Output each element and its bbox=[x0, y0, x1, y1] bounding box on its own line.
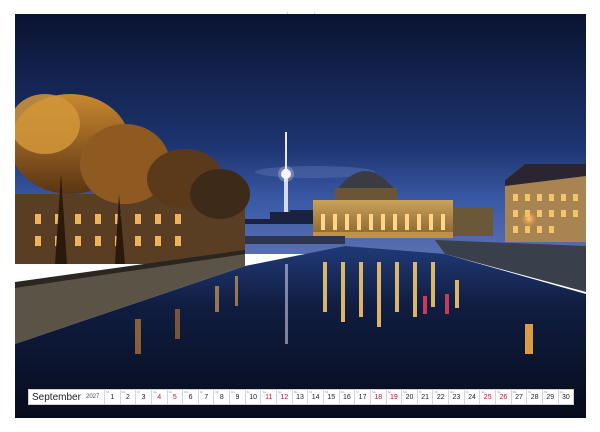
day-number: 13 bbox=[296, 394, 304, 401]
day-number: 6 bbox=[188, 394, 193, 401]
day-cell: Mo 13 bbox=[291, 390, 308, 404]
weekday-label: Do bbox=[559, 390, 564, 394]
day-number: 21 bbox=[421, 394, 430, 401]
day-number: 29 bbox=[546, 394, 555, 401]
weekday-label: Do bbox=[121, 390, 126, 394]
day-cell: Mo 6 bbox=[182, 390, 198, 404]
weekday-label: So bbox=[387, 390, 392, 394]
day-number: 16 bbox=[343, 394, 351, 401]
day-number: 7 bbox=[204, 394, 209, 401]
day-cell: So 12 bbox=[276, 390, 292, 404]
day-number: 10 bbox=[249, 394, 257, 401]
weekday-label: Sa bbox=[371, 390, 376, 394]
weekday-label: Di bbox=[418, 390, 422, 394]
day-number: 30 bbox=[562, 394, 570, 401]
year-label: 2027 bbox=[86, 394, 100, 400]
day-number: 2 bbox=[126, 394, 130, 401]
weekday-label: Di bbox=[309, 390, 313, 394]
weekday-label: So bbox=[278, 390, 282, 394]
day-cell: Di 21 bbox=[416, 390, 433, 404]
day-number: 18 bbox=[374, 394, 383, 401]
berlin-night-photo bbox=[15, 14, 586, 418]
weekday-label: Sa bbox=[262, 390, 267, 394]
day-number: 9 bbox=[235, 394, 240, 401]
weekday-label: So bbox=[497, 390, 501, 394]
right-building bbox=[505, 164, 586, 242]
day-number: 11 bbox=[265, 394, 273, 401]
day-number: 17 bbox=[358, 394, 367, 401]
day-number: 8 bbox=[219, 394, 224, 401]
day-cell: Do 23 bbox=[448, 390, 464, 404]
day-cell: Mo 20 bbox=[401, 390, 417, 404]
day-cell: Mi 1 bbox=[104, 390, 120, 404]
weekday-label: Mo bbox=[293, 390, 298, 394]
weekday-label: Mo bbox=[403, 390, 408, 394]
day-number: 28 bbox=[530, 394, 539, 401]
day-cell: Fr 10 bbox=[244, 390, 261, 404]
day-number: 20 bbox=[405, 394, 414, 401]
day-number: 27 bbox=[515, 394, 523, 401]
day-number: 14 bbox=[311, 394, 320, 401]
bridge bbox=[235, 236, 345, 244]
day-cell: Sa 18 bbox=[369, 390, 386, 404]
day-cell: So 26 bbox=[495, 390, 511, 404]
month-label: September bbox=[32, 391, 81, 403]
weekday-label: Di bbox=[528, 390, 532, 394]
day-cell: Di 7 bbox=[197, 390, 214, 404]
day-cell: Sa 25 bbox=[479, 390, 495, 404]
weekday-label: Mo bbox=[184, 390, 189, 394]
weekday-label: Fr bbox=[356, 390, 360, 394]
day-cell: Sa 4 bbox=[150, 390, 167, 404]
day-cell: Do 30 bbox=[557, 390, 574, 404]
day-number: 25 bbox=[483, 394, 492, 401]
weekday-label: Do bbox=[231, 390, 235, 394]
day-cell: Do 2 bbox=[119, 390, 136, 404]
weekday-label: Do bbox=[340, 390, 345, 394]
day-cell: Mi 15 bbox=[322, 390, 339, 404]
weekday-label: Mi bbox=[106, 390, 110, 394]
day-number: 15 bbox=[327, 394, 336, 401]
weekday-label: Di bbox=[199, 390, 203, 394]
weekday-label: Mi bbox=[324, 390, 329, 394]
weekday-label: Do bbox=[450, 390, 454, 394]
day-number: 1 bbox=[110, 394, 115, 401]
weekday-label: Mi bbox=[215, 390, 219, 394]
day-cell: Di 28 bbox=[526, 390, 542, 404]
day-cell: Mi 8 bbox=[213, 390, 229, 404]
day-cell: Sa 11 bbox=[260, 390, 276, 404]
day-cell: Mi 22 bbox=[432, 390, 448, 404]
day-number: 19 bbox=[389, 394, 398, 401]
day-cell: Fr 24 bbox=[463, 390, 480, 404]
day-cell: Fr 17 bbox=[354, 390, 370, 404]
day-number: 22 bbox=[436, 394, 445, 401]
weekday-label: Sa bbox=[152, 390, 157, 394]
weekday-label: Fr bbox=[246, 390, 250, 394]
day-number: 24 bbox=[468, 394, 476, 401]
day-cell: Fr 3 bbox=[135, 390, 151, 404]
day-cell: Di 14 bbox=[307, 390, 323, 404]
day-number: 5 bbox=[172, 394, 177, 401]
day-cell: So 19 bbox=[385, 390, 402, 404]
day-number: 12 bbox=[280, 394, 289, 401]
weekday-label: Mi bbox=[543, 390, 548, 394]
day-number: 3 bbox=[141, 394, 146, 401]
calendar-strip: September 2027 Mi 1 Do 2 Fr 3 Sa 4 So 5 Mo 6 Di 7 Mi 8 D… bbox=[28, 389, 574, 405]
day-cell: Do 9 bbox=[229, 390, 245, 404]
weekday-label: Mo bbox=[512, 390, 517, 394]
weekday-label: Fr bbox=[137, 390, 141, 394]
weekday-label: Sa bbox=[481, 390, 486, 394]
day-cell: So 5 bbox=[166, 390, 183, 404]
day-cells: Mi 1 Do 2 Fr 3 Sa 4 So 5 Mo 6 Di 7 Mi 8 Do 9 Fr 10 Sa 11 So 12 M… bbox=[104, 390, 573, 404]
day-number: 26 bbox=[499, 394, 508, 401]
weekday-label: Fr bbox=[465, 390, 469, 394]
day-cell: Mo 27 bbox=[510, 390, 527, 404]
day-number: 23 bbox=[452, 394, 461, 401]
weekday-label: So bbox=[168, 390, 173, 394]
day-cell: Mi 29 bbox=[541, 390, 558, 404]
day-number: 4 bbox=[157, 394, 162, 401]
weekday-label: Mi bbox=[434, 390, 438, 394]
day-cell: Do 16 bbox=[338, 390, 355, 404]
